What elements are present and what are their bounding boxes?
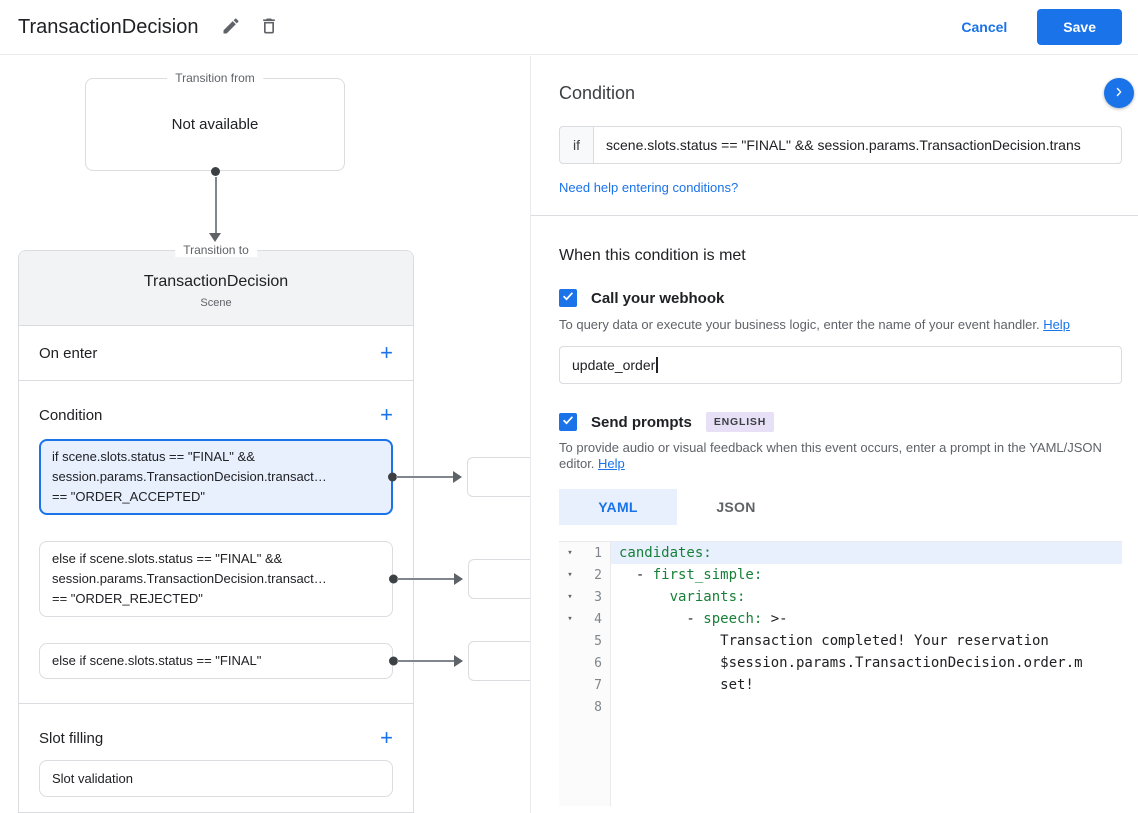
scene-type-label: Scene: [200, 297, 232, 309]
panel-title: Condition: [559, 82, 636, 103]
line-number: 4: [594, 611, 602, 627]
editor-format-tabs: YAML JSON: [559, 489, 1122, 525]
transition-target-box[interactable]: [468, 559, 530, 599]
condition-text: session.params.TransactionDecision.trans…: [52, 571, 327, 586]
trash-icon: [259, 16, 279, 39]
connector-arrowhead: [209, 233, 221, 242]
language-badge: ENGLISH: [705, 412, 775, 432]
connector-line: [396, 476, 458, 478]
condition-section-label: Condition: [39, 406, 103, 424]
condition-expression-input[interactable]: scene.slots.status == "FINAL" && session…: [593, 126, 1122, 164]
section-divider: [531, 215, 1138, 216]
if-label: if: [559, 126, 593, 164]
collapse-panel-button[interactable]: [1104, 78, 1134, 108]
code-line[interactable]: 8: [559, 696, 1122, 718]
tab-json[interactable]: JSON: [677, 489, 795, 525]
condition-section: Condition + if scene.slots.status == "FI…: [19, 381, 530, 704]
line-number: 1: [594, 545, 602, 561]
tab-yaml[interactable]: YAML: [559, 489, 677, 525]
transition-target-box[interactable]: [468, 641, 530, 681]
code-line[interactable]: ▾ 4 - speech: >-: [559, 608, 1122, 630]
fold-icon[interactable]: ▾: [559, 570, 581, 580]
text-cursor: [656, 357, 658, 373]
code-line[interactable]: 7 set!: [559, 674, 1122, 696]
code-line[interactable]: ▾ 2 - first_simple:: [559, 564, 1122, 586]
transition-from-label: Transition from: [167, 71, 263, 85]
transition-target-box[interactable]: [467, 457, 530, 497]
scene-header: TransactionDecision Scene: [19, 251, 413, 326]
scene-name: TransactionDecision: [143, 273, 289, 290]
line-number: 6: [594, 655, 602, 671]
prompts-description: To provide audio or visual feedback when…: [559, 440, 1102, 471]
condition-text: == "ORDER_REJECTED": [52, 591, 203, 606]
event-handler-input[interactable]: update_order: [559, 346, 1122, 384]
send-prompts-label: Send prompts: [591, 413, 692, 431]
condition-editor-panel: Condition if scene.slots.status == "FINA…: [530, 56, 1138, 813]
webhook-checkbox[interactable]: [559, 289, 577, 307]
delete-scene-button[interactable]: [250, 8, 288, 46]
condition-card[interactable]: else if scene.slots.status == "FINAL": [39, 641, 530, 681]
line-number: 5: [594, 633, 602, 649]
connector-line: [397, 660, 459, 662]
condition-text: else if scene.slots.status == "FINAL" &&: [52, 551, 283, 566]
line-number: 3: [594, 589, 602, 605]
top-bar: TransactionDecision Cancel Save: [0, 0, 1138, 55]
condition-text: if scene.slots.status == "FINAL" &&: [52, 449, 255, 464]
slot-filling-label: Slot filling: [39, 729, 104, 747]
connector-line: [397, 578, 459, 580]
transition-to-box: Transition to TransactionDecision Scene …: [18, 243, 530, 813]
check-icon: [561, 413, 575, 432]
page-title: TransactionDecision: [18, 15, 199, 38]
connector-arrowhead: [454, 573, 463, 585]
send-prompts-checkbox[interactable]: [559, 413, 577, 431]
edit-title-button[interactable]: [212, 8, 250, 46]
webhook-label: Call your webhook: [591, 289, 725, 307]
event-handler-value: update_order: [572, 357, 656, 373]
chevron-right-icon: [1110, 83, 1128, 104]
conditions-help-link[interactable]: Need help entering conditions?: [559, 180, 738, 195]
condition-card[interactable]: else if scene.slots.status == "FINAL" &&…: [39, 541, 530, 617]
slot-filling-section: Slot filling +: [19, 704, 413, 749]
add-on-enter-button[interactable]: +: [380, 342, 393, 364]
fold-icon[interactable]: ▾: [559, 548, 581, 558]
transition-to-label: Transition to: [175, 243, 257, 257]
webhook-description: To query data or execute your business l…: [559, 317, 1070, 332]
save-button[interactable]: Save: [1037, 9, 1122, 45]
prompts-help-link[interactable]: Help: [598, 456, 625, 471]
fold-icon[interactable]: ▾: [559, 614, 581, 624]
when-met-title: When this condition is met: [559, 247, 746, 264]
condition-card[interactable]: if scene.slots.status == "FINAL" && sess…: [39, 439, 530, 515]
add-slot-button[interactable]: +: [380, 727, 393, 749]
connector-arrowhead: [454, 655, 463, 667]
condition-text: session.params.TransactionDecision.trans…: [52, 469, 327, 484]
code-line[interactable]: 5 Transaction completed! Your reservatio…: [559, 630, 1122, 652]
connector-arrowhead: [453, 471, 462, 483]
connector-line: [215, 177, 217, 233]
fold-icon[interactable]: ▾: [559, 592, 581, 602]
code-line[interactable]: 6 $session.params.TransactionDecision.or…: [559, 652, 1122, 674]
connector-dot: [211, 167, 220, 176]
yaml-code-editor[interactable]: ▾ 1 candidates: ▾ 2 - first_simple: ▾ 3 …: [559, 541, 1122, 806]
code-line[interactable]: ▾ 3 variants:: [559, 586, 1122, 608]
pencil-icon: [221, 16, 241, 39]
webhook-help-link[interactable]: Help: [1043, 317, 1070, 332]
line-number: 8: [594, 699, 602, 715]
add-condition-button[interactable]: +: [380, 404, 393, 426]
check-icon: [561, 289, 575, 308]
transition-from-box: Transition from Not available: [85, 71, 345, 171]
slot-validation-card[interactable]: Slot validation: [39, 760, 393, 797]
cancel-button[interactable]: Cancel: [961, 19, 1007, 35]
code-line[interactable]: ▾ 1 candidates:: [559, 542, 1122, 564]
transition-from-content: Not available: [171, 116, 259, 133]
on-enter-section: On enter +: [19, 326, 413, 381]
condition-text: == "ORDER_ACCEPTED": [52, 489, 205, 504]
line-number: 7: [594, 677, 602, 693]
on-enter-label: On enter: [39, 344, 98, 362]
line-number: 2: [594, 567, 602, 583]
scene-diagram-panel: Transition from Not available Transition…: [0, 56, 530, 813]
condition-text: else if scene.slots.status == "FINAL": [52, 653, 262, 668]
